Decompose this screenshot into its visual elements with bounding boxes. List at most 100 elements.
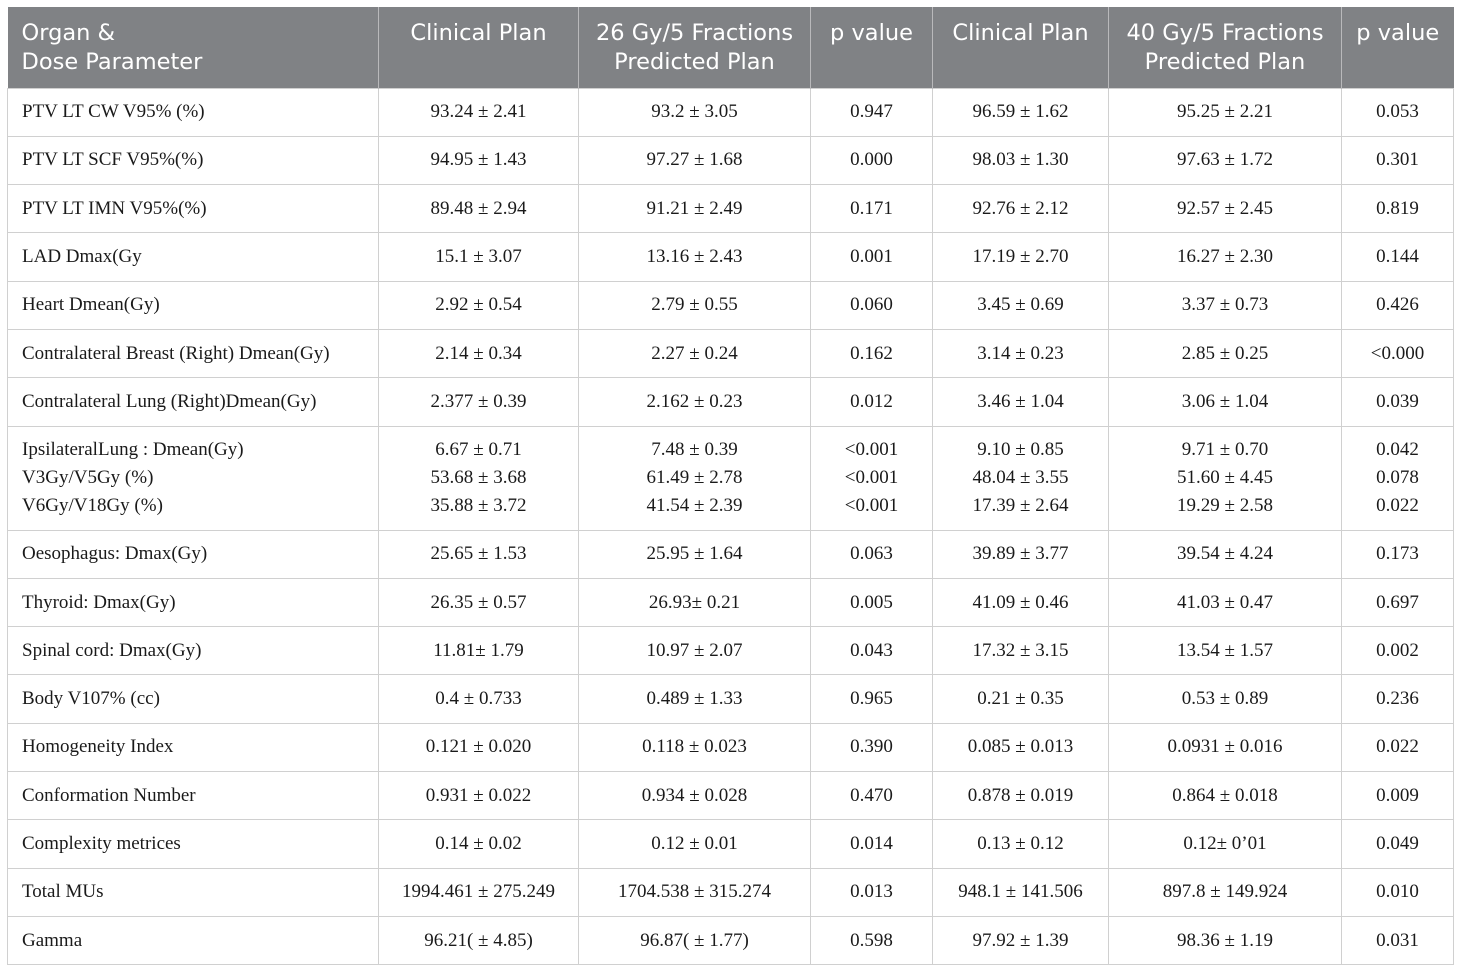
cell-line: 2.92 ± 0.54 [435, 294, 522, 316]
cell-line: 97.92 ± 1.39 [972, 929, 1069, 951]
cell-line: 96.87( ± 1.77) [640, 929, 749, 951]
cell-clinical-40gy: 17.32 ± 3.15 [932, 626, 1109, 676]
cell-line: <0.001 [844, 495, 899, 517]
table-row: PTV LT CW V95% (%) 93.24 ± 2.41 93.2 ± 3.0… [7, 87, 1454, 137]
cell-predicted-26gy: 25.95 ± 1.64 [578, 529, 811, 579]
cell-line: Contralateral Lung (Right)Dmean(Gy) [22, 390, 317, 412]
cell-parameter: IpsilateralLung : Dmean(Gy) V3Gy/V5Gy (%)… [7, 425, 379, 531]
cell-line: 0.697 [1376, 591, 1419, 613]
cell-line: 0.13 ± 0.12 [977, 833, 1064, 854]
cell-parameter: LAD Dmax(Gy [7, 232, 379, 282]
cell-line: 97.63 ± 1.72 [1177, 149, 1273, 171]
cell-p-value-26gy: 0.947 [810, 87, 933, 137]
cell-p-value-40gy: 0.236 [1341, 674, 1454, 724]
header-line: 40 Gy/5 Fractions [1126, 20, 1324, 46]
cell-line: 41.09 ± 0.46 [972, 591, 1069, 613]
cell-predicted-26gy: 26.93± 0.21 [578, 577, 811, 628]
cell-line: 0.878 ± 0.019 [967, 784, 1074, 806]
cell-clinical-26gy: 2.92 ± 0.54 [378, 280, 579, 330]
cell-line: 0.598 [850, 929, 893, 951]
table-row: Heart Dmean(Gy) 2.92 ± 0.54 2.79 ± 0.55 0.0… [7, 280, 1454, 330]
cell-predicted-26gy: 1704.538 ± 315.274 [578, 867, 811, 917]
cell-line: 0.031 [1376, 929, 1419, 951]
cell-line: Gamma [22, 929, 83, 951]
cell-parameter: Complexity metrices [7, 819, 379, 869]
cell-line: 0.236 [1376, 688, 1419, 710]
cell-predicted-26gy: 93.2 ± 3.05 [578, 87, 811, 137]
table-row: Complexity metrices 0.14 ± 0.02 0.12 ± 0.0… [7, 819, 1454, 869]
cell-line: 2.27 ± 0.24 [651, 342, 738, 364]
cell-line: 13.54 ± 1.57 [1177, 639, 1273, 661]
header-p-value-40gy: p value [1341, 7, 1454, 88]
cell-line: 17.19 ± 2.70 [972, 246, 1069, 268]
cell-parameter: Gamma [7, 915, 379, 966]
cell-p-value-40gy: 0.301 [1341, 135, 1454, 186]
cell-line: 3.37 ± 0.73 [1181, 294, 1269, 316]
cell-parameter: Conformation Number [7, 771, 379, 821]
cell-line: 51.60 ± 4.45 [1177, 467, 1273, 489]
cell-line: 35.88 ± 3.72 [430, 495, 527, 517]
cell-p-value-40gy: 0.042 0.078 0.022 [1341, 425, 1454, 531]
cell-line: 0.14 ± 0.02 [435, 833, 522, 854]
cell-clinical-26gy: 93.24 ± 2.41 [378, 87, 579, 137]
cell-clinical-40gy: 0.878 ± 0.019 [932, 771, 1109, 821]
cell-p-value-26gy: 0.470 [810, 771, 933, 821]
cell-clinical-40gy: 39.89 ± 3.77 [932, 529, 1109, 579]
cell-p-value-26gy: 0.390 [810, 722, 933, 773]
cell-line: 0.042 [1376, 439, 1419, 461]
cell-parameter: Thyroid: Dmax(Gy) [7, 577, 379, 628]
cell-clinical-26gy: 1994.461 ± 275.249 [378, 867, 579, 917]
cell-line: Homogeneity Index [22, 736, 174, 758]
cell-line: 3.14 ± 0.23 [977, 342, 1064, 364]
cell-parameter: Oesophagus: Dmax(Gy) [7, 529, 379, 579]
cell-line: 53.68 ± 3.68 [430, 467, 527, 489]
cell-clinical-40gy: 92.76 ± 2.12 [932, 184, 1109, 234]
cell-line: 93.24 ± 2.41 [430, 101, 527, 123]
header-line: p value [1356, 20, 1440, 46]
cell-p-value-26gy: 0.001 [810, 232, 933, 282]
cell-p-value-26gy: 0.043 [810, 626, 933, 676]
cell-predicted-40gy: 13.54 ± 1.57 [1108, 626, 1342, 676]
cell-line: 98.03 ± 1.30 [972, 149, 1069, 171]
header-clinical-plan-26gy: Clinical Plan [378, 7, 579, 88]
cell-predicted-40gy: 41.03 ± 0.47 [1108, 577, 1342, 628]
header-line: Organ & [21, 20, 116, 46]
cell-line: 0.022 [1376, 495, 1419, 517]
cell-line: 3.45 ± 0.69 [977, 294, 1064, 316]
cell-line: 0.426 [1376, 294, 1419, 316]
header-line: Predicted Plan [614, 49, 775, 75]
cell-line: Oesophagus: Dmax(Gy) [22, 543, 208, 565]
cell-p-value-26gy: 0.014 [810, 819, 933, 869]
cell-line: 0.173 [1376, 543, 1419, 565]
cell-clinical-26gy: 89.48 ± 2.94 [378, 184, 579, 234]
cell-p-value-40gy: 0.031 [1341, 915, 1454, 966]
cell-line: V6Gy/V18Gy (%) [22, 495, 163, 517]
cell-clinical-40gy: 9.10 ± 0.85 48.04 ± 3.55 17.39 ± 2.64 [932, 425, 1109, 531]
cell-line: 97.27 ± 1.68 [646, 149, 743, 171]
cell-predicted-26gy: 97.27 ± 1.68 [578, 135, 811, 186]
cell-line: 7.48 ± 0.39 [651, 439, 738, 461]
cell-line: 0.053 [1376, 101, 1419, 123]
cell-predicted-40gy: 897.8 ± 149.924 [1108, 867, 1342, 917]
cell-predicted-40gy: 39.54 ± 4.24 [1108, 529, 1342, 579]
cell-p-value-40gy: 0.426 [1341, 280, 1454, 330]
table-row: Contralateral Lung (Right)Dmean(Gy) 2.377… [7, 377, 1454, 427]
cell-line: Thyroid: Dmax(Gy) [22, 591, 176, 613]
cell-line: 10.97 ± 2.07 [646, 639, 743, 661]
cell-line: Spinal cord: Dmax(Gy) [22, 639, 202, 661]
cell-clinical-26gy: 6.67 ± 0.71 53.68 ± 3.68 35.88 ± 3.72 [378, 425, 579, 531]
table-row: Homogeneity Index 0.121 ± 0.020 0.118 ± 0.… [7, 722, 1454, 773]
cell-line: 13.16 ± 2.43 [646, 246, 743, 268]
cell-line: 0.965 [850, 688, 893, 710]
cell-p-value-40gy: 0.144 [1341, 232, 1454, 282]
cell-p-value-26gy: 0.005 [810, 577, 933, 628]
cell-predicted-26gy: 10.97 ± 2.07 [578, 626, 811, 676]
cell-parameter: Spinal cord: Dmax(Gy) [7, 626, 379, 676]
cell-predicted-40gy: 95.25 ± 2.21 [1108, 87, 1342, 137]
cell-p-value-26gy: 0.000 [810, 135, 933, 186]
cell-line: 0.12± 0’01 [1183, 833, 1267, 854]
cell-line: 19.29 ± 2.58 [1177, 495, 1273, 517]
cell-line: 26.93± 0.21 [648, 591, 741, 613]
table-body: PTV LT CW V95% (%) 93.24 ± 2.41 93.2 ± 3.0… [7, 87, 1454, 966]
cell-line: 0.121 ± 0.020 [425, 736, 532, 758]
